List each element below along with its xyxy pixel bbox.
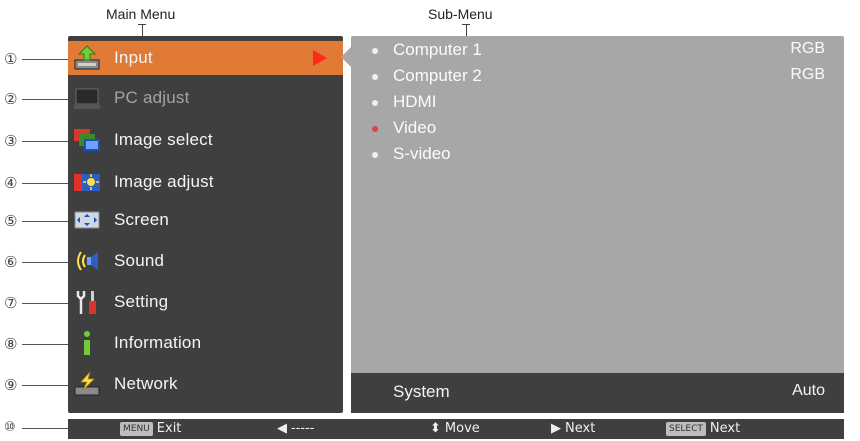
- system-label: System: [393, 382, 450, 401]
- leader-8: [22, 344, 68, 345]
- marker-3: ③: [4, 132, 18, 150]
- submenu-item-hdmi[interactable]: HDMI: [351, 91, 844, 117]
- marker-8: ⑧: [4, 335, 18, 353]
- leader-5: [22, 221, 68, 222]
- main-menu-panel: Input PC adjust Image select Image adjus…: [68, 36, 343, 413]
- leader-10: [22, 428, 68, 429]
- exit-hint: MENU Exit: [120, 421, 181, 436]
- menu-item-pc-adjust[interactable]: PC adjust: [68, 81, 343, 115]
- system-row[interactable]: System Auto: [351, 373, 844, 413]
- bullet-icon: [372, 152, 378, 158]
- submenu-item-label: S-video: [393, 144, 451, 163]
- menu-item-label: Image adjust: [114, 172, 214, 191]
- menu-key-icon: MENU: [120, 421, 153, 436]
- submenu-item-label: Computer 1: [393, 40, 482, 59]
- exit-label: Exit: [156, 421, 182, 436]
- guide-bar: MENU Exit ◀ ----- ⬍ Move ▶ Next SELECT N…: [68, 419, 844, 439]
- select-key-icon: SELECT: [666, 421, 706, 436]
- bullet-icon: [372, 74, 378, 80]
- menu-item-label: PC adjust: [114, 88, 190, 107]
- marker-5: ⑤: [4, 212, 18, 230]
- leader-7: [22, 303, 68, 304]
- submenu-item-video[interactable]: Video: [351, 117, 844, 143]
- menu-item-label: Network: [114, 374, 178, 393]
- marker-7: ⑦: [4, 294, 18, 312]
- menu-item-label: Image select: [114, 130, 213, 149]
- submenu-item-computer-1[interactable]: Computer 1 RGB: [351, 39, 844, 65]
- menu-item-network[interactable]: Network: [68, 367, 343, 401]
- next-label: Next: [565, 421, 596, 436]
- selected-bullet-icon: [372, 126, 378, 132]
- menu-item-label: Screen: [114, 210, 170, 229]
- menu-item-image-adjust[interactable]: Image adjust: [68, 165, 343, 199]
- image-select-icon: [74, 129, 100, 151]
- submenu-arrow-icon: [313, 50, 327, 66]
- submenu-item-label: HDMI: [393, 92, 437, 111]
- left-arrow-icon: ◀: [277, 421, 287, 436]
- right-arrow-icon: ▶: [551, 421, 561, 436]
- system-value: Auto: [792, 382, 825, 399]
- sound-icon: [77, 251, 98, 271]
- move-hint: ⬍ Move: [430, 421, 480, 436]
- main-menu-callout: Main Menu: [106, 6, 176, 22]
- move-label: Move: [444, 421, 480, 436]
- submenu-item-s-video[interactable]: S-video: [351, 143, 844, 169]
- menu-item-sound[interactable]: Sound: [68, 244, 343, 278]
- bullet-icon: [372, 48, 378, 54]
- leader-9: [22, 385, 68, 386]
- select-next-label: Next: [709, 421, 741, 436]
- submenu-item-computer-2[interactable]: Computer 2 RGB: [351, 65, 844, 91]
- leader-2: [22, 99, 68, 100]
- image-adjust-icon: [74, 174, 100, 191]
- sub-menu-callout-tick: [462, 24, 470, 25]
- input-icon: [74, 45, 100, 70]
- marker-6: ⑥: [4, 253, 18, 271]
- menu-item-image-select[interactable]: Image select: [68, 123, 343, 157]
- back-label: -----: [291, 421, 315, 436]
- menu-item-label: Setting: [114, 292, 169, 311]
- sub-menu-panel: Computer 1 RGB Computer 2 RGB HDMI Video…: [351, 36, 844, 413]
- main-menu-callout-tick: [138, 24, 146, 25]
- menu-item-label: Sound: [114, 251, 165, 270]
- marker-4: ④: [4, 174, 18, 192]
- marker-10: ⑩: [4, 420, 16, 435]
- menu-item-screen[interactable]: Screen: [68, 203, 343, 237]
- network-icon: [74, 371, 100, 396]
- setting-icon: [76, 291, 96, 314]
- pc-adjust-icon: [74, 88, 100, 109]
- next-hint: ▶ Next: [551, 421, 595, 436]
- submenu-item-label: Video: [393, 118, 437, 137]
- sub-menu-callout: Sub-Menu: [428, 6, 493, 22]
- submenu-item-label: Computer 2: [393, 66, 482, 85]
- leader-4: [22, 183, 68, 184]
- marker-9: ⑨: [4, 376, 18, 394]
- menu-item-setting[interactable]: Setting: [68, 285, 343, 319]
- menu-item-input[interactable]: Input: [68, 41, 343, 75]
- menu-item-label: Information: [114, 333, 202, 352]
- marker-1: ①: [4, 50, 18, 68]
- submenu-item-value: RGB: [790, 40, 825, 57]
- leader-6: [22, 262, 68, 263]
- submenu-item-value: RGB: [790, 66, 825, 83]
- marker-2: ②: [4, 90, 18, 108]
- screen-icon: [74, 211, 100, 229]
- up-down-arrow-icon: ⬍: [430, 421, 441, 436]
- leader-3: [22, 141, 68, 142]
- back-hint: ◀ -----: [277, 421, 314, 436]
- menu-item-label: Input: [114, 48, 153, 67]
- menu-item-information[interactable]: Information: [68, 326, 343, 360]
- select-next-hint: SELECT Next: [666, 421, 740, 436]
- information-icon: [84, 331, 90, 355]
- leader-1: [22, 59, 68, 60]
- bullet-icon: [372, 100, 378, 106]
